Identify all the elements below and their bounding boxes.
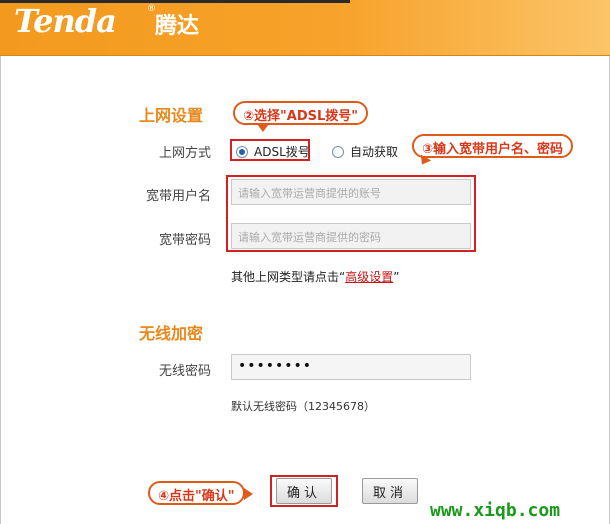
internet-settings-title: 上网设置 — [139, 106, 204, 125]
advanced-hint-prefix: 其他上网类型请点击“ — [231, 270, 346, 284]
wireless-password-input[interactable]: •••••••• — [231, 354, 471, 380]
step2-callout: ②选择"ADSL拨号" — [233, 101, 369, 132]
site-watermark: www.xiqb.com — [430, 500, 561, 521]
connection-type-label: 上网方式 — [158, 146, 211, 161]
wireless-encryption-title: 无线加密 — [139, 324, 204, 343]
radio-unchecked-icon — [332, 145, 344, 158]
radio-auto-label: 自动获取 — [350, 145, 399, 159]
advanced-hint-suffix: ” — [393, 270, 400, 284]
confirm-highlight-box — [270, 475, 338, 507]
advanced-hint: 其他上网类型请点击“高级设置” — [231, 268, 399, 285]
cancel-button[interactable]: 取消 — [362, 478, 418, 504]
advanced-settings-link[interactable]: 高级设置 — [345, 270, 393, 284]
radio-auto[interactable]: 自动获取 — [332, 143, 398, 160]
adsl-highlight-box — [230, 139, 310, 161]
username-label: 宽带用户名 — [145, 189, 211, 204]
step4-callout: ④点击"确认" — [148, 481, 253, 505]
wireless-password-label: 无线密码 — [158, 364, 211, 379]
tenda-logo-chinese: 腾达 — [155, 14, 200, 39]
tenda-logo: Tenda — [14, 2, 117, 40]
credentials-highlight-box — [226, 175, 476, 252]
default-password-note: 默认无线密码（12345678） — [231, 400, 375, 413]
header-banner: Tenda ® 腾达 — [0, 0, 610, 56]
password-label: 宽带密码 — [158, 233, 211, 248]
settings-panel — [0, 56, 610, 524]
step3-callout: ③输入宽带用户名、密码 — [412, 134, 574, 158]
